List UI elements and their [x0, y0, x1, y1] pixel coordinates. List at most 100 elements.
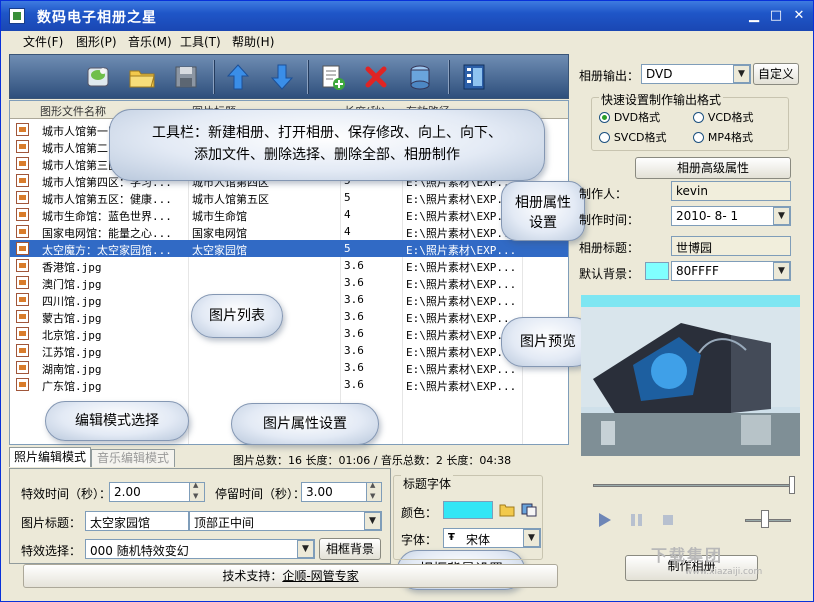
toolbar-callout: 工具栏：新建相册、打开相册、保存修改、向上、向下、 添加文件、删除选择、删除全部… [109, 109, 545, 181]
image-file-icon [16, 242, 29, 255]
delete-all-icon[interactable] [404, 60, 436, 94]
table-row[interactable]: 北京馆.jpg 3.6 E:\照片素材\EXP... [10, 325, 568, 342]
cell-filename: 广东馆.jpg [42, 380, 102, 393]
make-album-icon[interactable] [458, 60, 490, 94]
delete-selected-icon[interactable] [360, 60, 392, 94]
menu-bar: 文件(F) 图形(P) 音乐(M) 工具(T) 帮助(H) [1, 31, 813, 51]
chevron-down-icon[interactable]: ▼ [364, 512, 381, 530]
cell-path: E:\照片素材\EXP... [406, 312, 517, 325]
cell-title: 城市人馆第五区 [192, 193, 269, 206]
table-row[interactable]: 香港馆.jpg 3.6 E:\照片素材\EXP... [10, 257, 568, 274]
menu-file[interactable]: 文件(F) [23, 33, 63, 50]
minimize-button[interactable]: ▁ [745, 8, 763, 24]
author-input[interactable]: kevin [671, 181, 791, 201]
cell-length: 3.6 [344, 344, 364, 357]
cell-filename: 澳门馆.jpg [42, 278, 102, 291]
stop-icon[interactable] [659, 511, 677, 529]
stay-time-label: 停留时间（秒）： [215, 487, 306, 501]
table-row[interactable]: 四川馆.jpg 3.6 E:\照片素材\EXP... [10, 291, 568, 308]
table-row[interactable]: 江苏馆.jpg 3.6 E:\照片素材\EXP... [10, 342, 568, 359]
format-dvd-label: DVD格式 [613, 111, 661, 124]
stay-time-input[interactable]: 3.00 [301, 482, 367, 502]
truetype-icon: Ŧ [448, 532, 455, 543]
cell-title: 太空家园馆 [192, 244, 247, 257]
chevron-down-icon[interactable]: ▼ [773, 262, 790, 280]
format-mp4-radio[interactable]: MP4格式 [693, 129, 753, 145]
cell-length: 3.6 [344, 310, 364, 323]
default-bg-label: 默认背景： [579, 267, 640, 281]
format-svcd-radio[interactable]: SVCD格式 [599, 129, 667, 145]
chevron-down-icon[interactable]: ▼ [773, 207, 790, 225]
cell-length: 3.6 [344, 293, 364, 306]
format-dvd-radio[interactable]: DVD格式 [599, 109, 660, 125]
cell-title: 城市生命馆 [192, 210, 247, 223]
cell-length: 4 [344, 225, 351, 238]
add-file-icon[interactable] [316, 60, 348, 94]
table-row[interactable]: 蒙古馆.jpg 3.6 E:\照片素材\EXP... [10, 308, 568, 325]
album-title-label: 相册标题： [579, 241, 640, 255]
tab-music-edit[interactable]: 音乐编辑模式 [91, 449, 175, 467]
title-color-swatch[interactable] [443, 501, 493, 519]
advanced-props-button[interactable]: 相册高级属性 [635, 157, 791, 179]
cell-path: E:\照片素材\EXP... [406, 363, 517, 376]
cell-length: 3.6 [344, 259, 364, 272]
progress-track[interactable] [593, 484, 793, 487]
table-row[interactable]: 澳门馆.jpg 3.6 E:\照片素材\EXP... [10, 274, 568, 291]
default-bg-swatch[interactable] [645, 262, 669, 280]
image-file-icon [16, 140, 29, 153]
cell-path: E:\照片素材\EXP... [406, 380, 517, 393]
open-folder-icon[interactable] [499, 501, 515, 517]
status-summary: 图片总数：16 长度：01:06 / 音乐总数：2 长度：04:38 [233, 454, 512, 467]
support-link[interactable]: 企顺-网管专家 [282, 569, 358, 583]
photo-title-input[interactable]: 太空家园馆 [85, 511, 189, 531]
toolbar-callout-line1: 工具栏：新建相册、打开相册、保存修改、向上、向下、 [152, 125, 502, 141]
album-title-input[interactable]: 世博园 [671, 236, 791, 256]
palette-icon[interactable] [521, 501, 537, 517]
table-row[interactable]: 国家电网馆：能量之心... 国家电网馆 4 E:\照片素材\EXP... [10, 223, 568, 240]
title-position-select[interactable]: 顶部正中间 [189, 511, 382, 531]
table-row[interactable]: 广东馆.jpg 3.6 E:\照片素材\EXP... [10, 376, 568, 393]
format-svcd-label: SVCD格式 [613, 131, 667, 144]
tab-photo-edit[interactable]: 照片编辑模式 [9, 447, 91, 467]
volume-handle[interactable] [761, 510, 769, 528]
image-file-icon [16, 208, 29, 221]
save-icon[interactable] [170, 60, 202, 94]
support-bar: 技术支持：企顺-网管专家 [23, 564, 558, 588]
image-file-icon [16, 293, 29, 306]
effect-time-input[interactable]: 2.00 [109, 482, 191, 502]
open-album-icon[interactable] [126, 60, 158, 94]
cell-path: E:\照片素材\EXP... [406, 278, 517, 291]
header-filename[interactable]: 图形文件名称 [40, 103, 106, 119]
maximize-button[interactable]: □ [767, 8, 785, 24]
new-album-icon[interactable] [82, 60, 114, 94]
chevron-down-icon[interactable]: ▼ [733, 65, 750, 83]
support-label: 技术支持： [222, 569, 283, 583]
cell-filename: 蒙古馆.jpg [42, 312, 102, 325]
photo-title-label: 图片标题： [21, 516, 82, 530]
progress-handle[interactable] [789, 476, 795, 494]
effect-select[interactable]: 000 随机特效变幻 [85, 539, 315, 559]
output-label: 相册输出： [579, 69, 640, 83]
menu-graphics[interactable]: 图形(P) [76, 33, 117, 50]
format-vcd-radio[interactable]: VCD格式 [693, 109, 754, 125]
album-props-callout-line1: 相册属性 [515, 195, 571, 211]
move-down-icon[interactable] [266, 60, 298, 94]
stay-time-spinner[interactable] [366, 481, 382, 502]
close-button[interactable]: ✕ [790, 8, 808, 24]
custom-button[interactable]: 自定义 [753, 63, 799, 85]
table-row[interactable]: 湖南馆.jpg 3.6 E:\照片素材\EXP... [10, 359, 568, 376]
pause-icon[interactable] [627, 511, 645, 529]
frame-bg-button[interactable]: 相框背景 [319, 538, 381, 560]
chevron-down-icon[interactable]: ▼ [523, 529, 540, 547]
menu-music[interactable]: 音乐(M) [128, 33, 172, 50]
table-row[interactable]: 城市生命馆：蓝色世界... 城市生命馆 4 E:\照片素材\EXP... [10, 206, 568, 223]
menu-tools[interactable]: 工具(T) [180, 33, 221, 50]
chevron-down-icon[interactable]: ▼ [297, 540, 314, 558]
move-up-icon[interactable] [222, 60, 254, 94]
play-icon[interactable] [595, 511, 613, 529]
image-file-icon [16, 123, 29, 136]
effect-time-spinner[interactable] [189, 481, 205, 502]
table-row[interactable]: 城市人馆第五区：健康... 城市人馆第五区 5 E:\照片素材\EXP... [10, 189, 568, 206]
table-row[interactable]: 太空魔方：太空家园馆... 太空家园馆 5 E:\照片素材\EXP... [10, 240, 568, 257]
menu-help[interactable]: 帮助(H) [232, 33, 274, 50]
